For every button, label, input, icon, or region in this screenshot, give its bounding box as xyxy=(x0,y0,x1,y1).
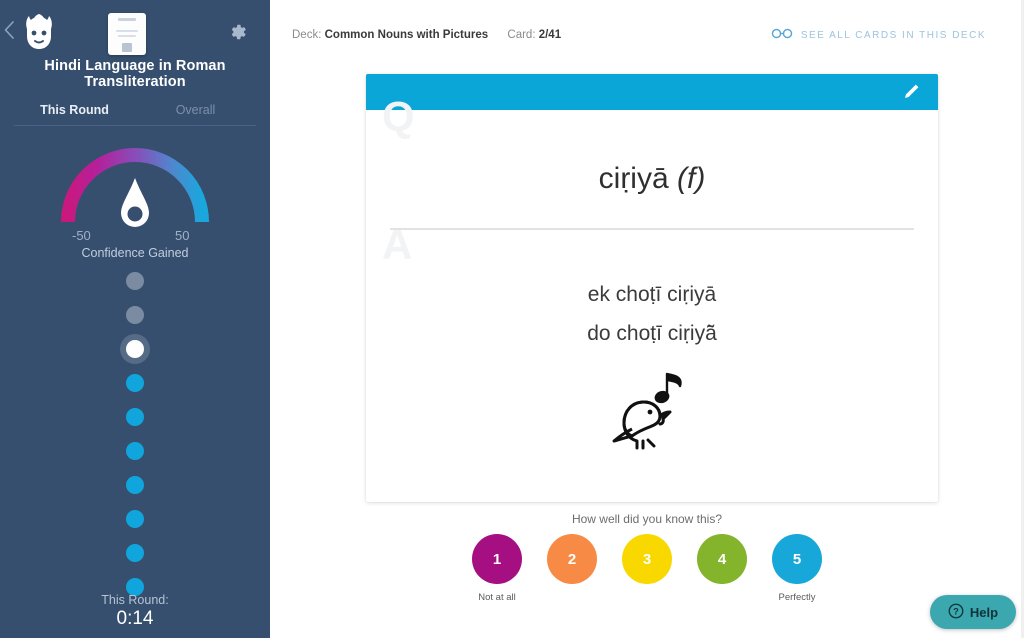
progress-dot xyxy=(120,374,150,392)
round-timer-label: This Round: xyxy=(101,593,169,607)
rating-question: How well did you know this? xyxy=(571,512,723,526)
topbar: Deck: Common Nouns with Pictures Card: 2… xyxy=(270,0,1024,72)
card-divider xyxy=(390,228,914,230)
round-timer: This Round: 0:14 xyxy=(0,593,270,630)
rating-caption-low: Not at all xyxy=(478,592,516,603)
question-mark-icon: ? xyxy=(948,603,964,622)
rating-item-1: 1 Not at all xyxy=(472,534,522,603)
rating-buttons: 1 Not at all 2 3 4 5 Perfectly xyxy=(270,534,1024,603)
progress-dot xyxy=(120,408,150,426)
rating-button-2[interactable]: 2 xyxy=(547,534,597,584)
progress-dot xyxy=(120,544,150,562)
progress-dot xyxy=(120,306,150,324)
answer-line: ek choṭī ciṛiyā xyxy=(587,283,717,306)
gauge-needle xyxy=(115,176,155,237)
main-content: Deck: Common Nouns with Pictures Card: 2… xyxy=(270,0,1024,638)
chevron-left-icon[interactable] xyxy=(3,21,15,39)
deck-card-thumbnail[interactable] xyxy=(108,13,146,55)
tab-overall[interactable]: Overall xyxy=(135,103,256,117)
breadcrumb: Deck: Common Nouns with Pictures Card: 2… xyxy=(292,29,561,41)
progress-dot-current xyxy=(120,340,150,358)
memrise-mascot-logo[interactable] xyxy=(19,14,59,52)
flashcard: Q A ciṛiyā (f) ek choṭī ciṛiyā do choṭī … xyxy=(366,74,938,502)
answer-block: ek choṭī ciṛiyā do choṭī ciṛiyā̃ xyxy=(366,276,938,354)
gear-icon[interactable] xyxy=(226,21,248,43)
tab-this-round[interactable]: This Round xyxy=(14,103,135,117)
help-button[interactable]: ? Help xyxy=(930,595,1016,629)
singing-bird-icon xyxy=(366,368,938,456)
answer-line: do choṭī ciṛiyā̃ xyxy=(587,321,717,345)
app-root: Hindi Language in Roman Transliteration … xyxy=(0,0,1024,638)
rating-button-3[interactable]: 3 xyxy=(622,534,672,584)
progress-dot xyxy=(120,476,150,494)
deck-prefix-label: Deck: xyxy=(292,29,322,41)
gauge-max-label: 50 xyxy=(175,228,190,243)
progress-dot xyxy=(120,510,150,528)
rating-item-2: 2 xyxy=(547,534,597,603)
watermark-answer: A xyxy=(382,221,413,268)
rating-caption-high: Perfectly xyxy=(778,592,816,603)
rating-button-4[interactable]: 4 xyxy=(697,534,747,584)
progress-dots xyxy=(0,272,270,596)
sidebar-tabs: This Round Overall xyxy=(14,103,256,126)
card-prefix-label: Card: xyxy=(507,29,536,41)
round-timer-value: 0:14 xyxy=(116,608,154,629)
course-title: Hindi Language in Roman Transliteration xyxy=(44,58,226,90)
help-button-label: Help xyxy=(969,604,999,620)
sidebar: Hindi Language in Roman Transliteration … xyxy=(0,0,270,638)
prompt-text: ciṛiyā (f) xyxy=(366,162,938,196)
rating-button-5[interactable]: 5 xyxy=(772,534,822,584)
confidence-gauge: -50 50 Confidence Gained xyxy=(0,140,270,260)
see-all-cards-label: See all cards in this deck xyxy=(800,29,986,41)
rating-item-4: 4 xyxy=(697,534,747,603)
pencil-icon[interactable] xyxy=(903,83,920,100)
glasses-icon xyxy=(771,28,793,42)
card-position-label: 2/41 xyxy=(538,29,562,41)
gauge-min-label: -50 xyxy=(72,228,91,243)
prompt-gender: (f) xyxy=(677,162,706,195)
rating-button-1[interactable]: 1 xyxy=(472,534,522,584)
gauge-caption: Confidence Gained xyxy=(81,246,189,260)
watermark-question: Q xyxy=(382,93,415,140)
card-header-bar xyxy=(366,74,938,110)
progress-dot xyxy=(120,272,150,290)
sidebar-header xyxy=(0,0,270,58)
progress-dot xyxy=(120,442,150,460)
rating-item-3: 3 xyxy=(622,534,672,603)
prompt-word: ciṛiyā xyxy=(598,162,669,195)
see-all-cards-link[interactable]: See all cards in this deck xyxy=(771,28,986,42)
deck-name-label: Common Nouns with Pictures xyxy=(324,29,489,41)
svg-text:?: ? xyxy=(953,606,959,616)
rating-item-5: 5 Perfectly xyxy=(772,534,822,603)
